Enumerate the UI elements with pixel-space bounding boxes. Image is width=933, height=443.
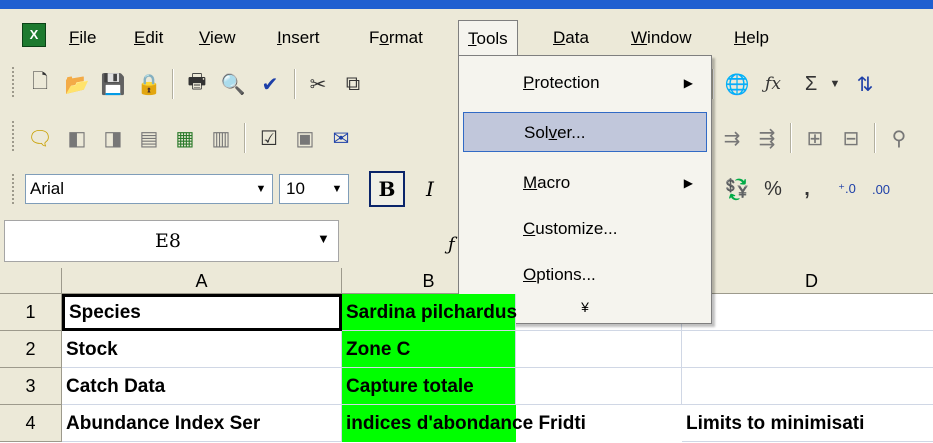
print-preview-icon[interactable]: 🔍	[218, 69, 248, 99]
submenu-arrow-icon: ▶	[683, 176, 693, 190]
insert-function-icon[interactable]: ƒx	[758, 69, 788, 99]
previous-comment-icon[interactable]: ◧	[62, 123, 92, 153]
cell-b4-text: indices d'abondance Fridti	[346, 413, 586, 434]
comma-style-icon[interactable]: ,	[792, 174, 822, 204]
chevron-down-icon[interactable]: ▼	[252, 177, 270, 201]
font-name-combobox[interactable]: Arial ▼	[25, 174, 273, 204]
name-box-value: E8	[155, 230, 181, 252]
menu-edit[interactable]: Edit	[125, 23, 172, 53]
copy-icon[interactable]: ⧉	[338, 69, 368, 99]
decrease-decimal-icon[interactable]: .00	[866, 174, 896, 204]
column-header-d[interactable]: D	[682, 268, 933, 294]
send-to-mail-icon[interactable]: ✉	[326, 123, 356, 153]
cell-a3[interactable]: Catch Data	[62, 368, 342, 405]
toolbar-separator	[244, 123, 246, 153]
submenu-arrow-icon: ▶	[683, 76, 693, 90]
cell-c4-text: Limits to minimisati	[686, 413, 865, 434]
show-all-comments-icon[interactable]: ▦	[170, 123, 200, 153]
toolbar-separator	[172, 69, 174, 99]
next-comment-icon[interactable]: ◨	[98, 123, 128, 153]
title-bar	[0, 0, 933, 9]
toolbar-grip[interactable]	[12, 67, 16, 97]
cell-b1[interactable]: Sardina pilchardus	[342, 294, 517, 331]
cell-b2[interactable]: Zone C	[342, 331, 516, 368]
chevron-down-icon[interactable]: ▼	[328, 177, 346, 201]
cut-icon[interactable]: ✂	[303, 69, 333, 99]
toolbar-grip[interactable]	[12, 121, 16, 151]
row-header-4[interactable]: 4	[0, 405, 62, 442]
cell-d3[interactable]	[682, 368, 933, 405]
menu-item-protection[interactable]: Protection ▶	[463, 63, 707, 103]
permission-icon[interactable]: 🔒	[134, 69, 164, 99]
toolbar-separator	[790, 123, 792, 153]
insert-rows-icon[interactable]: ⊞	[800, 123, 830, 153]
tools-menu-dropdown: Protection ▶ Solver... Macro ▶ Customize…	[458, 55, 712, 324]
cell-c4-overflow[interactable]: Limits to minimisati	[682, 405, 933, 442]
trace-dependents-icon[interactable]: ⇶	[752, 123, 782, 153]
select-all-corner[interactable]	[0, 268, 62, 294]
error-check-icon[interactable]: ⚲	[884, 123, 914, 153]
cell-b3[interactable]: Capture totale	[342, 368, 516, 405]
menu-window[interactable]: Window	[622, 23, 700, 53]
menu-item-solver[interactable]: Solver...	[463, 112, 707, 152]
column-header-a[interactable]: A	[62, 268, 342, 294]
name-box[interactable]: E8	[4, 220, 339, 262]
menu-view[interactable]: View	[190, 23, 245, 53]
spelling-icon[interactable]: ✔	[255, 69, 285, 99]
new-document-icon[interactable]: 🗋	[25, 69, 55, 99]
menu-item-macro[interactable]: Macro ▶	[463, 163, 707, 203]
menu-tools[interactable]: Tools	[458, 20, 518, 58]
cell-b4[interactable]: indices d'abondance Fridti	[342, 405, 586, 442]
autosum-dropdown-icon[interactable]: ▼	[820, 69, 850, 99]
bold-button[interactable]: B	[369, 171, 405, 207]
percent-style-icon[interactable]: %	[758, 174, 788, 204]
font-name-value: Arial	[30, 179, 65, 198]
insert-columns-icon[interactable]: ⊟	[836, 123, 866, 153]
menu-help[interactable]: Help	[725, 23, 778, 53]
toolbar-separator	[874, 123, 876, 153]
cell-d1[interactable]	[682, 294, 933, 331]
toolbar-separator	[712, 69, 714, 99]
print-icon[interactable]: 🖶	[182, 69, 212, 99]
cell-c2[interactable]	[516, 331, 682, 368]
update-file-icon[interactable]: ▣	[290, 123, 320, 153]
menu-format[interactable]: Format	[360, 23, 432, 53]
toolbar-separator	[294, 69, 296, 99]
row-header-1[interactable]: 1	[0, 294, 62, 331]
row-header-2[interactable]: 2	[0, 331, 62, 368]
cell-d2[interactable]	[682, 331, 933, 368]
show-comment-icon[interactable]: ▤	[134, 123, 164, 153]
font-size-combobox[interactable]: 10 ▼	[279, 174, 349, 204]
delete-comment-icon[interactable]: ▥	[206, 123, 236, 153]
track-changes-icon[interactable]: ☑	[254, 123, 284, 153]
excel-app-icon[interactable]: X	[22, 23, 46, 47]
menu-bar: X File Edit View Insert Format Tools Dat…	[0, 9, 933, 58]
new-comment-icon[interactable]: 🗨	[25, 123, 55, 153]
increase-decimal-icon[interactable]: ⁺.0	[832, 174, 862, 204]
cell-a1[interactable]: Species	[62, 294, 342, 331]
font-size-value: 10	[286, 179, 305, 198]
menu-data[interactable]: Data	[544, 23, 598, 53]
trace-precedents-icon[interactable]: ⇉	[717, 123, 747, 153]
italic-button[interactable]: I	[412, 171, 448, 207]
chevron-down-icon[interactable]: ▼	[317, 231, 330, 246]
menu-item-options[interactable]: Options...	[463, 255, 707, 295]
cell-a2[interactable]: Stock	[62, 331, 342, 368]
menu-insert[interactable]: Insert	[268, 23, 329, 53]
menu-file[interactable]: File	[60, 23, 105, 53]
cell-c3[interactable]	[516, 368, 682, 405]
currency-icon[interactable]: 💱	[722, 174, 752, 204]
save-icon[interactable]: 💾	[98, 69, 128, 99]
toolbar-grip[interactable]	[12, 174, 16, 204]
open-folder-icon[interactable]: 📂	[62, 69, 92, 99]
insert-function-fx-icon[interactable]: ƒ	[448, 234, 455, 255]
worksheet-grid: A B C D 1 2 3 4 Species Sardina pilchard…	[0, 268, 933, 443]
row-header-3[interactable]: 3	[0, 368, 62, 405]
cell-a4[interactable]: Abundance Index Ser	[62, 405, 342, 442]
menu-item-customize[interactable]: Customize...	[463, 209, 707, 249]
sort-ascending-icon[interactable]: ⇅	[850, 69, 880, 99]
hyperlink-icon[interactable]: 🌐	[722, 69, 752, 99]
